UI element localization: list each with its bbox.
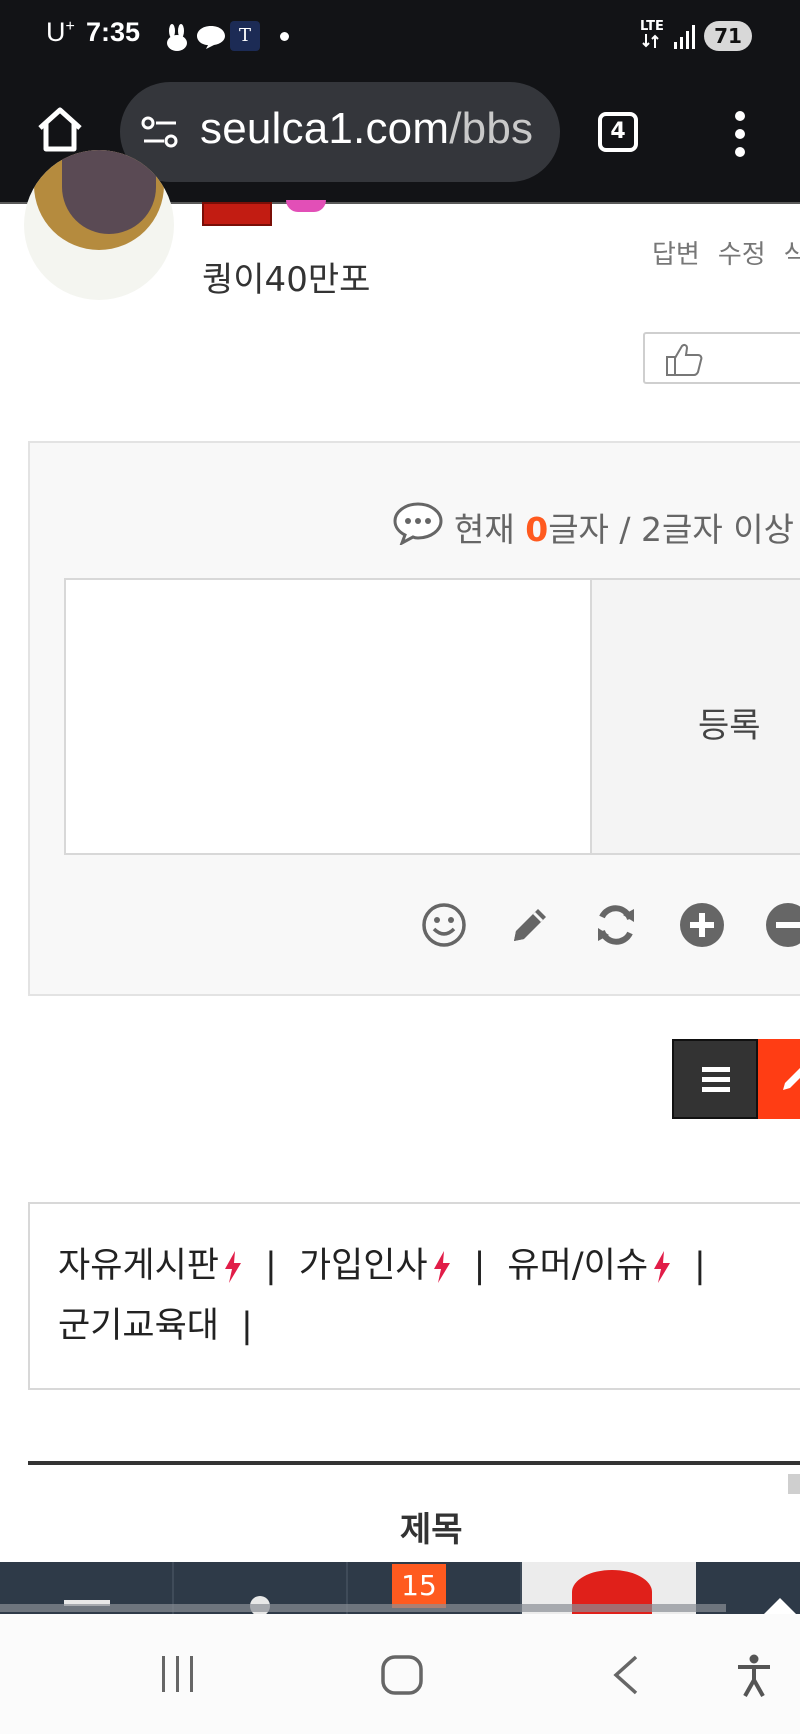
board-links: 자유게시판 | 가입인사 | 유머/이슈 | 군기교육대 | bbox=[58, 1236, 800, 1356]
comment-textarea[interactable] bbox=[64, 578, 592, 855]
separator: | bbox=[694, 1246, 706, 1286]
board-link-greeting[interactable]: 가입인사 bbox=[299, 1246, 452, 1286]
level-badge bbox=[202, 202, 272, 226]
separator: | bbox=[265, 1246, 277, 1286]
table-top-border bbox=[28, 1461, 800, 1465]
banner-number-badge: 15 bbox=[392, 1564, 446, 1608]
comment-form: 현재 0글자 / 2글자 이상 등록 bbox=[28, 441, 800, 996]
battery-indicator: 71 bbox=[704, 21, 752, 51]
url-text[interactable]: seulca1.com/bbs bbox=[200, 104, 533, 154]
carrier-text: U bbox=[46, 17, 66, 47]
rank-badge bbox=[286, 200, 326, 212]
comment-bubble-icon bbox=[393, 502, 443, 545]
signal-icon bbox=[674, 25, 695, 49]
clock: 7:35 bbox=[86, 17, 141, 47]
hot-bolt-icon bbox=[654, 1251, 671, 1283]
submit-label: 등록 bbox=[698, 706, 761, 746]
counter-value: 0 bbox=[525, 510, 549, 549]
banner-scrollbar bbox=[0, 1604, 726, 1612]
board-link-discipline[interactable]: 군기교육대 bbox=[58, 1306, 219, 1346]
counter-prefix: 현재 bbox=[454, 510, 526, 549]
board-label: 가입인사 bbox=[298, 1246, 428, 1286]
scroll-top-arrow-icon[interactable] bbox=[764, 1598, 796, 1614]
author-nickname[interactable]: 퀑이40만포 bbox=[202, 252, 370, 301]
network-type: LTE bbox=[640, 19, 664, 34]
table-scroll-marker bbox=[788, 1474, 800, 1494]
hot-bolt-icon bbox=[433, 1251, 450, 1283]
data-arrows-icon bbox=[642, 34, 659, 48]
board-label: 유머/이슈 bbox=[507, 1246, 649, 1286]
reply-link[interactable]: 답변 bbox=[652, 240, 700, 270]
write-post-button[interactable] bbox=[758, 1039, 800, 1119]
board-label: 자유게시판 bbox=[58, 1246, 220, 1286]
carrier-plus: + bbox=[65, 18, 75, 35]
pencil-icon[interactable] bbox=[506, 901, 554, 949]
tab-switcher-button[interactable]: 4 bbox=[598, 112, 638, 152]
bottom-banner[interactable]: 15 bbox=[0, 1562, 800, 1616]
write-pencil-icon bbox=[783, 1068, 800, 1090]
accessibility-icon[interactable] bbox=[736, 1654, 772, 1698]
status-bar: U+ 7:35 T LTE 71 bbox=[0, 0, 800, 74]
board-link-free[interactable]: 자유게시판 bbox=[58, 1246, 243, 1286]
url-domain: seulca1.com bbox=[200, 104, 450, 153]
list-icon bbox=[702, 1067, 730, 1092]
column-header-title: 제목 bbox=[400, 1510, 463, 1550]
separator: | bbox=[241, 1306, 253, 1346]
refresh-icon[interactable] bbox=[592, 901, 640, 949]
edit-link[interactable]: 수정 bbox=[718, 240, 766, 270]
board-label: 군기교육대 bbox=[58, 1306, 220, 1346]
home-button-icon[interactable] bbox=[380, 1654, 424, 1696]
app-t-icon: T bbox=[230, 21, 260, 51]
site-settings-icon[interactable] bbox=[140, 114, 180, 150]
like-button[interactable] bbox=[643, 332, 800, 384]
notification-dot bbox=[280, 32, 289, 41]
back-icon[interactable] bbox=[610, 1654, 640, 1696]
avatar-image bbox=[62, 150, 156, 234]
avatar-frame bbox=[34, 150, 164, 250]
plus-circle-icon[interactable] bbox=[678, 901, 726, 949]
list-view-button[interactable] bbox=[672, 1039, 758, 1119]
submit-comment-button[interactable]: 등록 bbox=[590, 578, 800, 855]
recent-apps-icon[interactable] bbox=[158, 1654, 198, 1694]
char-counter: 현재 0글자 / 2글자 이상 bbox=[454, 503, 794, 551]
emoticon-icon[interactable] bbox=[420, 901, 468, 949]
separator: | bbox=[473, 1246, 486, 1286]
hot-bolt-icon bbox=[225, 1251, 242, 1283]
more-menu-icon[interactable] bbox=[730, 108, 750, 160]
home-icon[interactable] bbox=[34, 104, 86, 156]
system-nav-bar bbox=[0, 1614, 800, 1734]
board-link-humor[interactable]: 유머/이슈 bbox=[507, 1246, 672, 1286]
rabbit-icon bbox=[167, 24, 187, 51]
avatar bbox=[24, 150, 174, 300]
talk-bubble-icon bbox=[197, 26, 225, 49]
url-path: /bbs bbox=[449, 104, 534, 153]
carrier-label: U+ bbox=[46, 17, 75, 48]
minus-circle-icon[interactable] bbox=[764, 901, 800, 949]
counter-suffix: 글자 / 2글자 이상 bbox=[548, 510, 794, 549]
post-actions: 답변 수정 삭 bbox=[652, 234, 800, 271]
thumbs-up-icon bbox=[666, 343, 703, 376]
delete-link[interactable]: 삭 bbox=[784, 240, 800, 270]
board-links-box: 자유게시판 | 가입인사 | 유머/이슈 | 군기교육대 | bbox=[28, 1202, 800, 1390]
